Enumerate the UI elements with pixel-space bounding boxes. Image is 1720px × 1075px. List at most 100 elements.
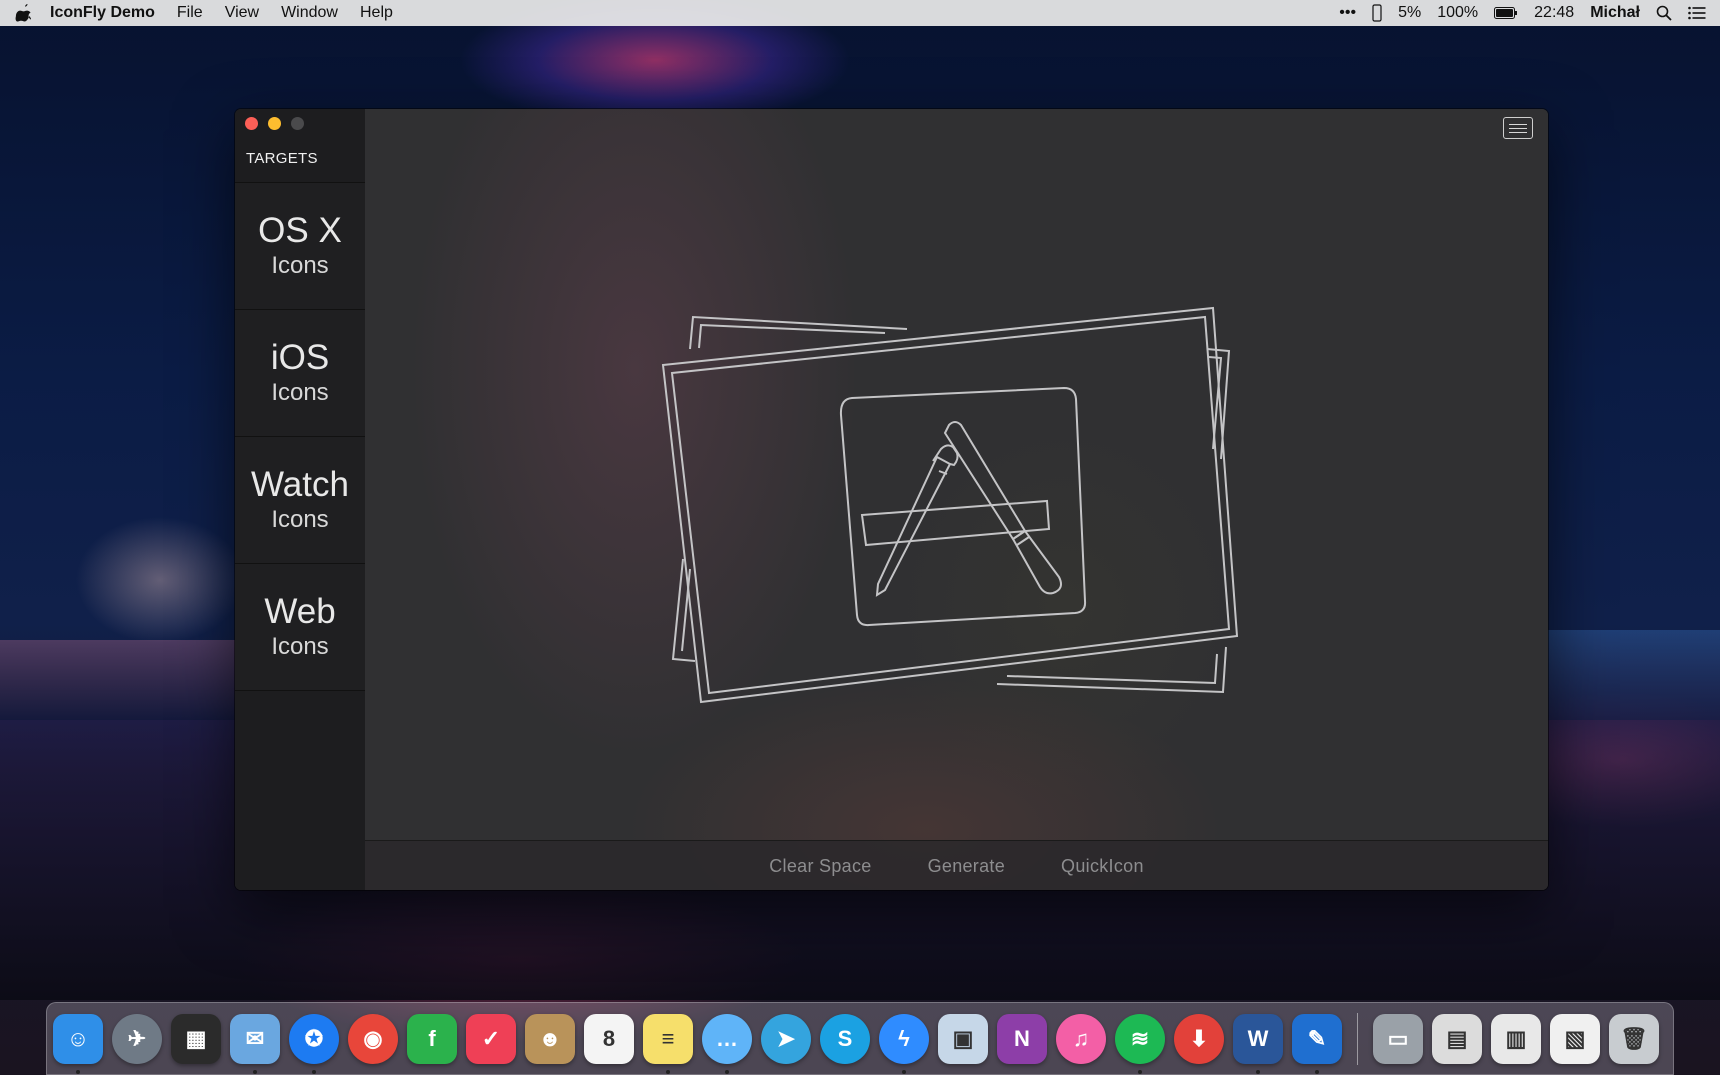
mission-control-icon[interactable]: ▦: [171, 1013, 221, 1064]
messages-icon[interactable]: …: [702, 1013, 752, 1074]
target-title: iOS: [270, 338, 330, 377]
messenger-icon[interactable]: ϟ: [879, 1013, 929, 1074]
running-indicator: [666, 1069, 670, 1074]
dock-glyph: 🗑: [1620, 1025, 1648, 1051]
generate-button[interactable]: Generate: [928, 856, 1005, 877]
cpu-usage[interactable]: 5%: [1398, 4, 1421, 22]
menu-file[interactable]: File: [177, 4, 203, 22]
running-indicator: [312, 1069, 316, 1074]
battery-percent[interactable]: 100%: [1437, 4, 1478, 22]
dock-glyph: f: [428, 1025, 436, 1051]
spotlight-search-icon[interactable]: [1656, 5, 1672, 21]
dock-glyph: N: [1014, 1025, 1030, 1051]
dock-glyph: ➤: [776, 1025, 796, 1051]
running-indicator: [1256, 1069, 1260, 1074]
target-subtitle: Icons: [271, 252, 329, 279]
running-indicator: [253, 1069, 257, 1074]
itunes-icon[interactable]: ♫: [1056, 1013, 1106, 1064]
targets-sidebar: TARGETS OS X Icons iOS Icons Watch Icons…: [235, 109, 365, 890]
app-name-menu[interactable]: IconFly Demo: [50, 4, 155, 22]
clock[interactable]: 22:48: [1534, 4, 1574, 22]
word-icon[interactable]: W: [1233, 1013, 1283, 1074]
contacts-icon[interactable]: ☻: [525, 1013, 575, 1064]
target-subtitle: Icons: [271, 506, 329, 533]
menu-bar: IconFly Demo File View Window Help ••• 5…: [0, 0, 1720, 26]
menu-window[interactable]: Window: [281, 4, 338, 22]
minimize-window-button[interactable]: [268, 117, 281, 130]
menu-view[interactable]: View: [225, 4, 259, 22]
document-stack-icon[interactable]: ▤: [1432, 1013, 1482, 1064]
dock-glyph: ▭: [1387, 1025, 1409, 1051]
target-ios-icons[interactable]: iOS Icons: [235, 309, 365, 436]
status-area: ••• 5% 100% 22:48 Michał: [1339, 4, 1706, 22]
target-osx-icons[interactable]: OS X Icons: [235, 182, 365, 309]
dock-glyph: ▣: [952, 1025, 974, 1051]
telegram-icon[interactable]: ➤: [761, 1013, 811, 1064]
dock-glyph: ✪: [304, 1025, 324, 1051]
dock-glyph: ▧: [1564, 1025, 1586, 1051]
dock-glyph: ▦: [185, 1025, 207, 1051]
wallpaper-skyline-left: [0, 640, 235, 720]
targets-heading: TARGETS: [246, 150, 318, 167]
skype-icon[interactable]: S: [820, 1013, 870, 1064]
preview-icon[interactable]: ▣: [938, 1013, 988, 1064]
xcode-icon[interactable]: ✎: [1292, 1013, 1342, 1074]
spotify-icon[interactable]: ≋: [1115, 1013, 1165, 1074]
running-indicator: [76, 1069, 80, 1074]
dock-glyph: S: [837, 1025, 853, 1051]
running-indicator: [1138, 1069, 1142, 1074]
phone-icon[interactable]: [1372, 4, 1382, 22]
zoom-window-button[interactable]: [291, 117, 304, 130]
dock: ☺ ✈ ▦ ✉ ✪ ◉ f ✓ ☻ 8 ≡ … ➤ Sϟ ▣ N ♫ ≋ ⬇ W ✎ ▭ ▤ ▥ ▧ 🗑: [46, 1002, 1674, 1075]
calendar-icon[interactable]: 8: [584, 1013, 634, 1064]
feedly-icon[interactable]: f: [407, 1013, 457, 1064]
safari-icon[interactable]: ✪: [289, 1013, 339, 1074]
running-indicator: [1315, 1069, 1319, 1074]
target-web-icons[interactable]: Web Icons: [235, 563, 365, 691]
window-controls: [245, 117, 304, 130]
dock-glyph: ≋: [1130, 1025, 1150, 1051]
iconfly-window: TARGETS OS X Icons iOS Icons Watch Icons…: [235, 109, 1548, 890]
folder-icon[interactable]: ▭: [1373, 1013, 1423, 1064]
target-title: Web: [264, 592, 336, 631]
more-status-menu[interactable]: •••: [1339, 4, 1356, 22]
menu-line: [1509, 131, 1527, 133]
action-bar: Clear Space Generate QuickIcon: [365, 840, 1548, 890]
icon-drop-area[interactable]: Clear Space Generate QuickIcon: [365, 109, 1548, 890]
user-name[interactable]: Michał: [1590, 4, 1640, 22]
dock-glyph: ✈: [127, 1025, 147, 1051]
target-list: OS X Icons iOS Icons Watch Icons Web Ico…: [235, 182, 365, 691]
dock-glyph: ☺: [66, 1025, 90, 1051]
options-menu-button[interactable]: [1503, 117, 1533, 139]
dock-glyph: ▤: [1446, 1025, 1468, 1051]
target-title: Watch: [251, 465, 349, 504]
target-title: OS X: [258, 211, 342, 250]
finder-icon[interactable]: ☺: [53, 1013, 103, 1074]
dock-glyph: ⬇: [1189, 1025, 1209, 1051]
notes-icon[interactable]: ≡: [643, 1013, 693, 1074]
menu-help[interactable]: Help: [360, 4, 393, 22]
document-stack-icon[interactable]: ▥: [1491, 1013, 1541, 1064]
dock-glyph: ✉: [245, 1025, 265, 1051]
apple-menu-icon[interactable]: [14, 4, 32, 22]
pocket-icon[interactable]: ✓: [466, 1013, 516, 1064]
dock-glyph: ♫: [1072, 1025, 1090, 1051]
dock-glyph: 8: [602, 1025, 616, 1051]
battery-icon[interactable]: [1494, 7, 1518, 19]
trash-icon[interactable]: 🗑: [1609, 1013, 1659, 1064]
quickicon-button[interactable]: QuickIcon: [1061, 856, 1144, 877]
notification-center-icon[interactable]: [1688, 6, 1706, 20]
close-window-button[interactable]: [245, 117, 258, 130]
target-subtitle: Icons: [271, 633, 329, 660]
chrome-icon[interactable]: ◉: [348, 1013, 398, 1064]
document-stack-icon[interactable]: ▧: [1550, 1013, 1600, 1064]
wallpaper-skyline-right: [1548, 630, 1720, 720]
app-store-drop-placeholder-icon: [661, 306, 1239, 704]
transmission-icon[interactable]: ⬇: [1174, 1013, 1224, 1064]
dock-glyph: ϟ: [898, 1025, 910, 1051]
clear-space-button[interactable]: Clear Space: [769, 856, 871, 877]
target-watch-icons[interactable]: Watch Icons: [235, 436, 365, 563]
launchpad-icon[interactable]: ✈: [112, 1013, 162, 1064]
onenote-icon[interactable]: N: [997, 1013, 1047, 1064]
mail-icon[interactable]: ✉: [230, 1013, 280, 1074]
